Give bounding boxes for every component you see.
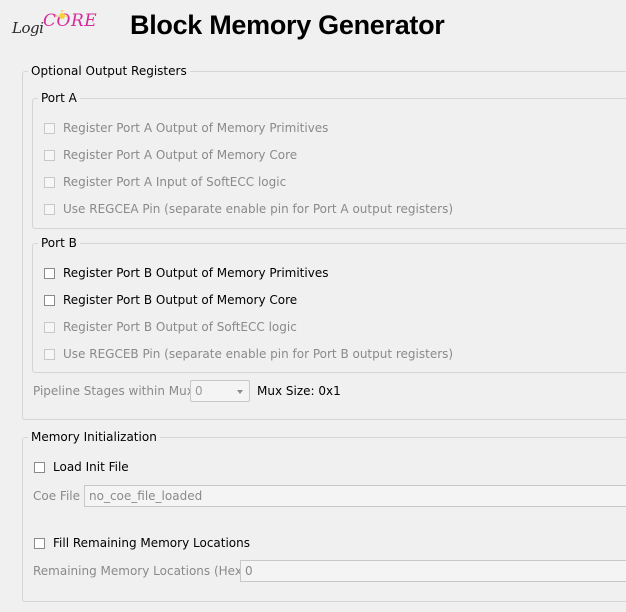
port-b-register-output-core-checkbox[interactable] (44, 294, 55, 306)
load-init-file-option[interactable]: Load Init File (34, 458, 129, 476)
pipeline-stages-select[interactable]: 0 (190, 380, 250, 402)
port-b-register-output-core-label: Register Port B Output of Memory Core (63, 293, 298, 307)
port-a-use-regcea-checkbox[interactable] (44, 203, 55, 215)
port-b-register-output-softecc-label: Register Port B Output of SoftECC logic (63, 320, 297, 334)
chevron-down-icon (237, 390, 243, 394)
coe-file-input[interactable]: no_coe_file_loaded (84, 485, 626, 507)
port-a-register-input-softecc-label: Register Port A Input of SoftECC logic (63, 175, 287, 189)
logo-text-logi: Logi (12, 19, 44, 37)
load-init-file-label: Load Init File (53, 460, 129, 474)
port-a-legend: Port A (41, 91, 77, 105)
port-a-use-regcea-option[interactable]: Use REGCEA Pin (separate enable pin for … (44, 200, 453, 218)
coe-file-label: Coe File (33, 489, 80, 503)
port-a-register-output-core-option[interactable]: Register Port A Output of Memory Core (44, 146, 297, 164)
remaining-locations-label: Remaining Memory Locations (Hex) (33, 564, 247, 578)
port-b-use-regceb-option[interactable]: Use REGCEB Pin (separate enable pin for … (44, 345, 453, 363)
port-b-register-output-primitives-label: Register Port B Output of Memory Primiti… (63, 266, 329, 280)
load-init-file-checkbox[interactable] (34, 461, 45, 473)
logicore-logo: Logi CORE (10, 10, 98, 44)
remaining-locations-value: 0 (245, 564, 253, 578)
lightbulb-icon (56, 10, 68, 19)
port-b-legend: Port B (41, 236, 77, 250)
port-a-register-output-primitives-label: Register Port A Output of Memory Primiti… (63, 121, 329, 135)
port-b-use-regceb-checkbox[interactable] (44, 348, 55, 360)
port-a-register-output-primitives-checkbox[interactable] (44, 122, 55, 134)
fill-remaining-label: Fill Remaining Memory Locations (53, 536, 251, 550)
header: Logi CORE Block Memory Generator (0, 0, 626, 56)
port-b-register-output-core-option[interactable]: Register Port B Output of Memory Core (44, 291, 297, 309)
port-b-register-output-softecc-checkbox[interactable] (44, 321, 55, 333)
port-a-register-input-softecc-option[interactable]: Register Port A Input of SoftECC logic (44, 173, 286, 191)
pipeline-stages-label: Pipeline Stages within Mux (33, 384, 194, 398)
port-b-register-output-primitives-option[interactable]: Register Port B Output of Memory Primiti… (44, 264, 328, 282)
page-title: Block Memory Generator (130, 10, 445, 40)
logo-text-core: CORE (43, 11, 98, 31)
coe-file-value: no_coe_file_loaded (89, 489, 203, 503)
port-b-register-output-primitives-checkbox[interactable] (44, 267, 55, 279)
mux-size-label: Mux Size: 0x1 (257, 384, 341, 398)
port-a-use-regcea-label: Use REGCEA Pin (separate enable pin for … (63, 202, 454, 216)
optional-output-registers-legend: Optional Output Registers (31, 64, 187, 78)
port-a-register-output-primitives-option[interactable]: Register Port A Output of Memory Primiti… (44, 119, 328, 137)
port-a-register-output-core-label: Register Port A Output of Memory Core (63, 148, 298, 162)
port-a-register-output-core-checkbox[interactable] (44, 149, 55, 161)
port-b-use-regceb-label: Use REGCEB Pin (separate enable pin for … (63, 347, 454, 361)
remaining-locations-input[interactable]: 0 (240, 560, 626, 582)
memory-initialization-legend: Memory Initialization (31, 430, 157, 444)
fill-remaining-option[interactable]: Fill Remaining Memory Locations (34, 534, 250, 552)
fill-remaining-checkbox[interactable] (34, 537, 45, 549)
port-a-register-input-softecc-checkbox[interactable] (44, 176, 55, 188)
pipeline-stages-value: 0 (195, 384, 203, 398)
port-b-register-output-softecc-option[interactable]: Register Port B Output of SoftECC logic (44, 318, 297, 336)
